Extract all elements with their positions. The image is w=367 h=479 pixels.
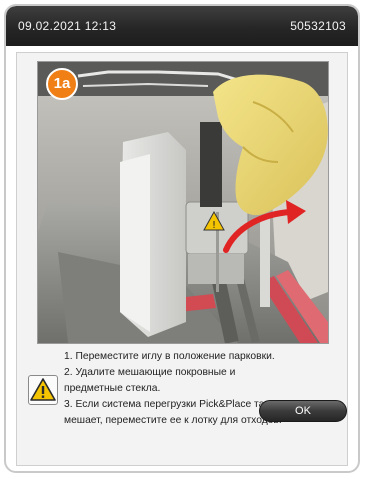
warning-triangle-icon [28,375,58,405]
serial-number: 50532103 [290,19,346,33]
status-bar: 09.02.2021 12:13 50532103 [6,6,358,46]
instruction-line: 1. Переместите иглу в положение парковки… [64,351,275,362]
instrument-illustration: ! [38,62,328,343]
instruction-line: 2. Удалите мешающие покровные и [64,367,236,378]
device-screen: 09.02.2021 12:13 50532103 ! 1a 1. Переме… [4,4,360,473]
date-time: 09.02.2021 12:13 [18,19,117,33]
instruction-line: предметные стекла. [64,383,161,394]
step-badge: 1a [46,68,78,100]
instruction-photo: ! 1a [37,61,329,344]
ok-button[interactable]: OK [259,400,347,422]
svg-text:!: ! [212,220,216,231]
